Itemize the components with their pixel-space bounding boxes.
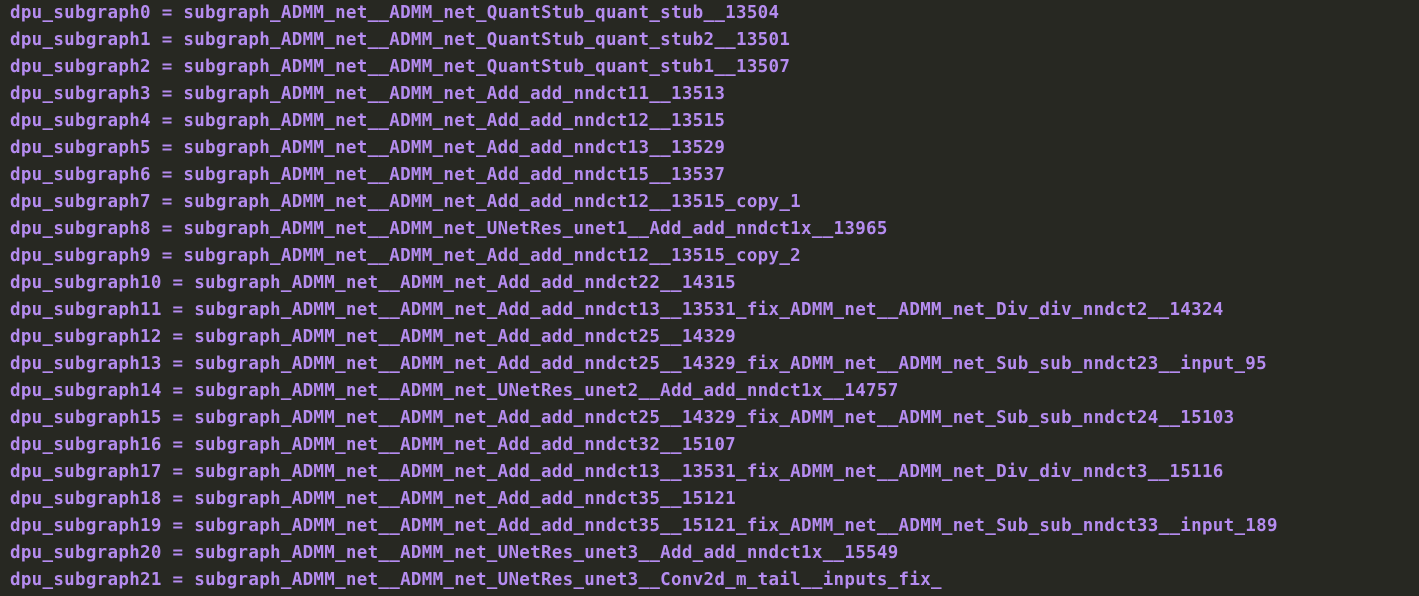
output-line-1: dpu_subgraph1 = subgraph_ADMM_net__ADMM_… bbox=[10, 30, 791, 50]
output-line-13: dpu_subgraph13 = subgraph_ADMM_net__ADMM… bbox=[10, 354, 1267, 374]
output-line-14: dpu_subgraph14 = subgraph_ADMM_net__ADMM… bbox=[10, 381, 899, 401]
terminal-output: dpu_subgraph0 = subgraph_ADMM_net__ADMM_… bbox=[10, 0, 1415, 596]
output-line-11: dpu_subgraph11 = subgraph_ADMM_net__ADMM… bbox=[10, 300, 1224, 320]
output-line-20: dpu_subgraph20 = subgraph_ADMM_net__ADMM… bbox=[10, 543, 899, 563]
output-line-2: dpu_subgraph2 = subgraph_ADMM_net__ADMM_… bbox=[10, 57, 791, 77]
output-line-3: dpu_subgraph3 = subgraph_ADMM_net__ADMM_… bbox=[10, 84, 726, 104]
output-line-12: dpu_subgraph12 = subgraph_ADMM_net__ADMM… bbox=[10, 327, 737, 347]
output-line-15: dpu_subgraph15 = subgraph_ADMM_net__ADMM… bbox=[10, 408, 1235, 428]
output-line-6: dpu_subgraph6 = subgraph_ADMM_net__ADMM_… bbox=[10, 165, 726, 185]
output-line-9: dpu_subgraph9 = subgraph_ADMM_net__ADMM_… bbox=[10, 246, 802, 266]
output-line-16: dpu_subgraph16 = subgraph_ADMM_net__ADMM… bbox=[10, 435, 737, 455]
output-line-0: dpu_subgraph0 = subgraph_ADMM_net__ADMM_… bbox=[10, 3, 780, 23]
output-line-5: dpu_subgraph5 = subgraph_ADMM_net__ADMM_… bbox=[10, 138, 726, 158]
output-line-10: dpu_subgraph10 = subgraph_ADMM_net__ADMM… bbox=[10, 273, 737, 293]
output-line-4: dpu_subgraph4 = subgraph_ADMM_net__ADMM_… bbox=[10, 111, 726, 131]
output-line-8: dpu_subgraph8 = subgraph_ADMM_net__ADMM_… bbox=[10, 219, 888, 239]
output-line-17: dpu_subgraph17 = subgraph_ADMM_net__ADMM… bbox=[10, 462, 1224, 482]
output-line-21: dpu_subgraph21 = subgraph_ADMM_net__ADMM… bbox=[10, 570, 942, 590]
output-line-18: dpu_subgraph18 = subgraph_ADMM_net__ADMM… bbox=[10, 489, 737, 509]
output-line-19: dpu_subgraph19 = subgraph_ADMM_net__ADMM… bbox=[10, 516, 1278, 536]
output-line-7: dpu_subgraph7 = subgraph_ADMM_net__ADMM_… bbox=[10, 192, 802, 212]
